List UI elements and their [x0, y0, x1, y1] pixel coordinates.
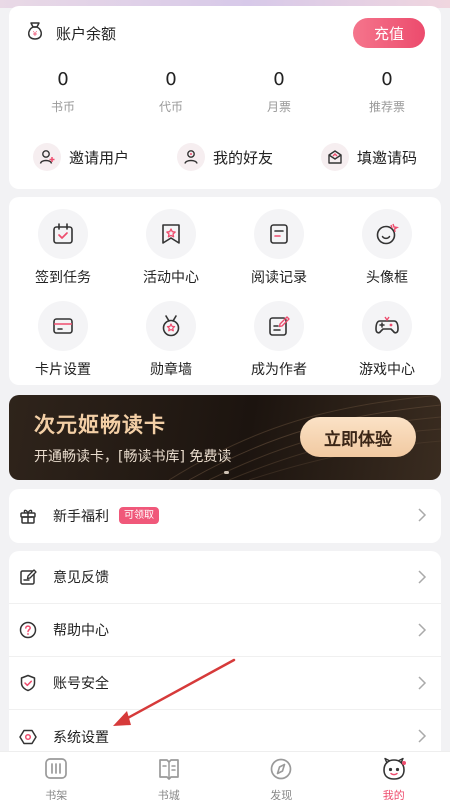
nav-tab-discover[interactable]: 发现	[225, 752, 338, 800]
feature-card-settings[interactable]: 卡片设置	[9, 297, 117, 389]
newbie-benefits-card: 新手福利 可领取	[9, 489, 441, 543]
try-now-button[interactable]: 立即体验	[300, 417, 416, 457]
stat-value: 0	[273, 69, 285, 90]
gamepad-icon	[362, 301, 412, 351]
action-label: 填邀请码	[356, 148, 417, 167]
feature-grid: 签到任务 活动中心 阅读记录 头像框 卡片设置 勋章墙 成为作者 游戏中心	[9, 205, 441, 389]
feature-event-center[interactable]: 活动中心	[117, 205, 225, 297]
feature-label: 卡片设置	[35, 362, 91, 378]
feature-label: 头像框	[366, 270, 408, 286]
bottom-navigation: 书架 书城 发现 我的	[0, 751, 450, 800]
stat-tokens[interactable]: 0 代币	[117, 68, 225, 115]
menu-item-feedback[interactable]: 意见反馈	[9, 551, 441, 604]
balance-title: 账户余额	[56, 24, 117, 43]
feature-medal-wall[interactable]: 勋章墙	[117, 297, 225, 389]
shield-icon	[17, 672, 39, 694]
edit-note-icon	[254, 301, 304, 351]
feature-label: 游戏中心	[359, 362, 415, 378]
gift-icon	[17, 505, 39, 527]
nav-label: 发现	[270, 789, 293, 800]
action-label: 邀请用户	[68, 148, 129, 167]
recharge-button[interactable]: 充值	[353, 18, 425, 48]
reading-card-banner[interactable]: 次元姬畅读卡 开通畅读卡，[畅读书库] 免费读 立即体验	[9, 395, 441, 480]
money-bag-icon: ¥	[24, 20, 46, 46]
bookstore-icon	[156, 757, 182, 785]
reading-record-icon	[254, 209, 304, 259]
feature-reading-history[interactable]: 阅读记录	[225, 205, 333, 297]
avatar-frame-icon	[362, 209, 412, 259]
event-star-icon	[146, 209, 196, 259]
balance-card: ¥ 账户余额 充值 0 书币 0 代币 0 月票 0 推荐票 邀请用户 我的好友…	[9, 6, 441, 189]
card-icon	[38, 301, 88, 351]
feature-label: 勋章墙	[150, 362, 192, 378]
chevron-right-icon	[417, 675, 427, 695]
feature-label: 签到任务	[35, 270, 91, 286]
feature-label: 成为作者	[251, 362, 307, 378]
action-label: 我的好友	[212, 148, 273, 167]
stat-book-coins[interactable]: 0 书币	[9, 68, 117, 115]
stat-recommend-tickets[interactable]: 0 推荐票	[333, 68, 441, 115]
newbie-benefits-row[interactable]: 新手福利 可领取	[9, 489, 441, 542]
claimable-badge: 可领取	[119, 507, 159, 524]
nav-tab-mine[interactable]: 我的	[338, 752, 450, 800]
chevron-right-icon	[417, 507, 427, 527]
menu-label: 系统设置	[53, 729, 109, 746]
menu-item-help-center[interactable]: 帮助中心	[9, 604, 441, 657]
feature-label: 活动中心	[143, 270, 199, 286]
stat-label: 书币	[50, 100, 75, 114]
my-friends-button[interactable]: 我的好友	[153, 142, 297, 172]
chevron-right-icon	[417, 569, 427, 589]
banner-page-indicator	[224, 471, 229, 474]
stat-label: 月票	[266, 100, 291, 114]
stat-label: 代币	[158, 100, 183, 114]
menu-label: 意见反馈	[53, 570, 109, 586]
stat-monthly-tickets[interactable]: 0 月票	[225, 68, 333, 115]
profile-mascot-icon	[380, 757, 408, 785]
menu-item-account-security[interactable]: 账号安全	[9, 657, 441, 710]
invite-user-icon	[32, 143, 61, 171]
stat-value: 0	[381, 69, 393, 90]
feature-label: 阅读记录	[251, 270, 307, 286]
balance-header: ¥ 账户余额	[24, 20, 116, 46]
invite-code-icon	[320, 143, 349, 171]
compass-icon	[268, 757, 294, 785]
feature-game-center[interactable]: 游戏中心	[333, 297, 441, 389]
menu-label: 账号安全	[53, 676, 109, 692]
nav-label: 我的	[382, 789, 405, 800]
nav-tab-bookstore[interactable]: 书城	[113, 752, 226, 800]
nav-label: 书城	[157, 789, 180, 800]
stat-value: 0	[165, 69, 177, 90]
newbie-label: 新手福利	[53, 508, 109, 525]
nav-label: 书架	[45, 789, 68, 800]
menu-label: 帮助中心	[53, 623, 109, 639]
settings-icon	[17, 726, 39, 748]
chevron-right-icon	[417, 728, 427, 748]
feedback-icon	[17, 566, 39, 588]
feature-avatar-frame[interactable]: 头像框	[333, 205, 441, 297]
banner-subtitle: 开通畅读卡，[畅读书库] 免费读	[34, 449, 232, 465]
enter-invite-code-button[interactable]: 填邀请码	[297, 142, 441, 172]
medal-icon	[146, 301, 196, 351]
friends-icon	[176, 143, 205, 171]
calendar-check-icon	[38, 209, 88, 259]
svg-text:¥: ¥	[33, 30, 38, 38]
chevron-right-icon	[417, 622, 427, 642]
balance-stats: 0 书币 0 代币 0 月票 0 推荐票	[9, 68, 441, 115]
balance-actions: 邀请用户 我的好友 填邀请码	[9, 142, 441, 172]
banner-title: 次元姬畅读卡	[34, 413, 166, 437]
bookshelf-icon	[43, 757, 69, 785]
feature-grid-card: 签到任务 活动中心 阅读记录 头像框 卡片设置 勋章墙 成为作者 游戏中心	[9, 197, 441, 385]
stat-value: 0	[57, 69, 69, 90]
feature-sign-in-tasks[interactable]: 签到任务	[9, 205, 117, 297]
nav-tab-bookshelf[interactable]: 书架	[0, 752, 113, 800]
invite-user-button[interactable]: 邀请用户	[9, 142, 153, 172]
settings-menu-card: 意见反馈 帮助中心 账号安全 系统设置	[9, 551, 441, 751]
help-icon	[17, 619, 39, 641]
feature-become-author[interactable]: 成为作者	[225, 297, 333, 389]
stat-label: 推荐票	[368, 100, 405, 114]
